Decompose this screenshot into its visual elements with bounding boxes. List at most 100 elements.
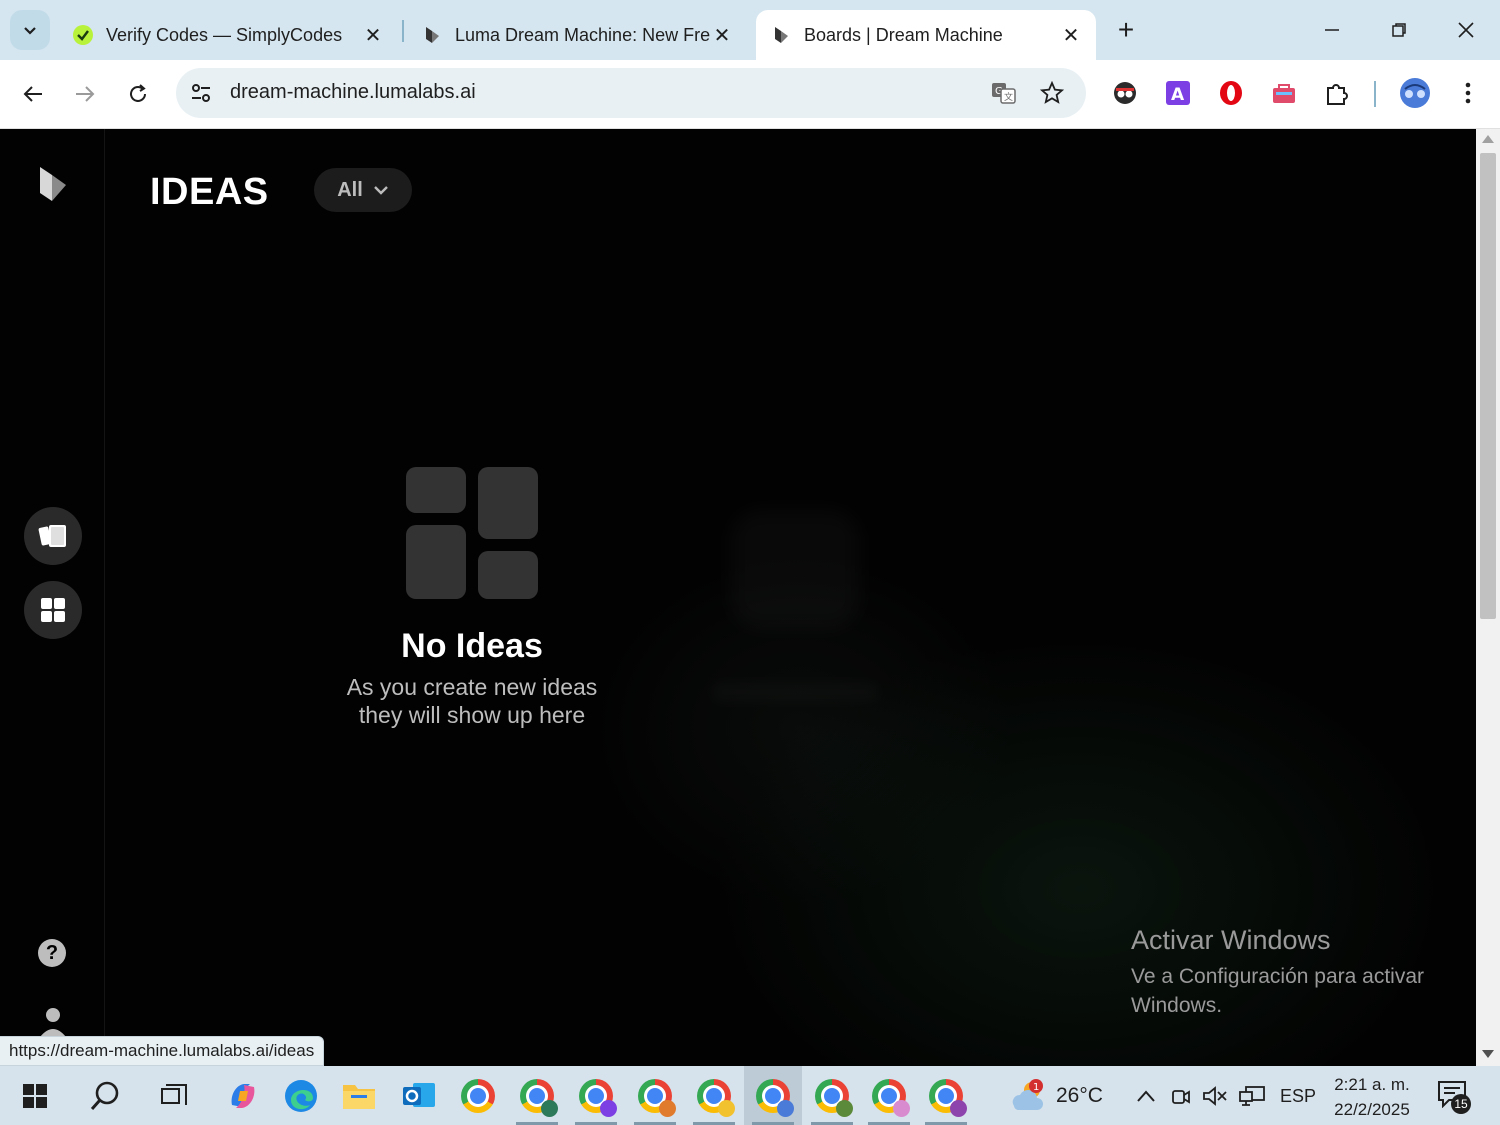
close-icon[interactable]: ✕ (362, 24, 384, 47)
chrome-profile-taskbar-button[interactable] (567, 1066, 625, 1125)
search-button[interactable] (76, 1066, 134, 1125)
scroll-thumb[interactable] (1480, 153, 1496, 619)
ideas-button[interactable] (24, 581, 82, 639)
chrome-profile-taskbar-button[interactable] (860, 1066, 918, 1125)
user-icon[interactable] (38, 1007, 68, 1037)
outlook-icon (403, 1082, 435, 1107)
copilot-button[interactable] (214, 1066, 272, 1125)
language-indicator[interactable]: ESP (1280, 1086, 1316, 1107)
tab-title: Luma Dream Machine: New Fre (455, 24, 711, 45)
background-blur (710, 681, 880, 703)
toolbar-separator (1374, 81, 1376, 107)
restore-button[interactable] (1376, 10, 1422, 50)
tab-search-button[interactable] (10, 10, 50, 50)
luma-icon (421, 24, 443, 46)
search-icon (90, 1081, 119, 1110)
forward-button[interactable] (65, 74, 105, 114)
close-window-button[interactable] (1443, 10, 1489, 50)
close-icon (1458, 22, 1474, 38)
reload-button[interactable] (118, 74, 158, 114)
empty-state-title: No Ideas (401, 627, 543, 665)
weather-badge: 1 (1033, 1082, 1039, 1093)
chrome-icon (579, 1078, 617, 1117)
edge-icon (285, 1079, 317, 1112)
chrome-taskbar-button[interactable] (449, 1066, 507, 1125)
windows-taskbar: 1 26°C ESP 2:21 a. m. 22/2/2025 15 (0, 1066, 1500, 1125)
chevron-up-icon[interactable] (1132, 1082, 1160, 1110)
luma-logo-icon[interactable] (34, 165, 74, 205)
svg-text:A: A (1171, 85, 1185, 105)
chrome-profile-taskbar-button[interactable] (803, 1066, 861, 1125)
grid-icon (41, 598, 65, 622)
chrome-profile-taskbar-button[interactable] (508, 1066, 566, 1125)
temperature[interactable]: 26°C (1056, 1084, 1103, 1108)
help-icon[interactable]: ? (38, 939, 66, 967)
notification-center-button[interactable]: 15 (1437, 1080, 1475, 1114)
side-rail: ? (0, 129, 105, 1066)
volume-muted-icon[interactable] (1201, 1082, 1229, 1110)
opera-vpn-icon[interactable] (1216, 78, 1246, 108)
close-icon[interactable]: ✕ (711, 24, 733, 47)
clock[interactable]: 2:21 a. m. 22/2/2025 (1330, 1072, 1414, 1122)
chevron-down-icon (373, 186, 388, 195)
close-icon[interactable]: ✕ (1060, 24, 1082, 47)
clock-time: 2:21 a. m. (1334, 1075, 1410, 1094)
empty-state-subtitle-line: As you create new ideas (346, 674, 598, 700)
font-extension-icon[interactable]: A (1163, 78, 1193, 108)
chrome-profile-taskbar-button-active[interactable] (744, 1066, 802, 1125)
filter-label: All (337, 178, 363, 201)
windows-icon (23, 1083, 47, 1108)
arrow-right-icon (76, 86, 95, 102)
reload-icon (130, 84, 146, 102)
new-tab-button[interactable]: + (1108, 12, 1144, 48)
edge-button[interactable] (272, 1066, 330, 1125)
watermark-line: Windows. (1131, 994, 1223, 1017)
notification-count: 15 (1451, 1094, 1471, 1114)
chrome-icon (461, 1078, 495, 1113)
spy-extension-icon[interactable] (1110, 78, 1140, 108)
chrome-profile-taskbar-button[interactable] (917, 1066, 975, 1125)
network-icon[interactable] (1238, 1082, 1266, 1110)
svg-text:文: 文 (1004, 91, 1013, 103)
profile-avatar[interactable] (1398, 76, 1432, 110)
puzzle-icon[interactable] (1322, 78, 1352, 108)
scroll-up-arrow[interactable] (1482, 135, 1494, 143)
restore-icon (1392, 23, 1406, 37)
star-icon[interactable] (1038, 79, 1066, 107)
tab-boards[interactable]: Boards | Dream Machine ✕ (756, 10, 1096, 60)
tab-simplycodes[interactable]: Verify Codes — SimplyCodes ✕ (58, 10, 398, 60)
chrome-profile-taskbar-button[interactable] (626, 1066, 684, 1125)
translate-icon[interactable]: G文 (990, 79, 1018, 107)
page-scrollbar[interactable] (1476, 129, 1500, 1066)
outlook-button[interactable] (390, 1066, 448, 1125)
watermark-text: Ve a Configuración para activar Windows. (1131, 962, 1451, 1020)
tab-luma[interactable]: Luma Dream Machine: New Fre ✕ (407, 10, 747, 60)
browser-toolbar: dream-machine.lumalabs.ai G文 A (0, 60, 1500, 129)
meet-now-icon[interactable] (1167, 1082, 1195, 1110)
address-text[interactable]: dream-machine.lumalabs.ai (230, 81, 476, 104)
chrome-icon (697, 1078, 735, 1117)
boards-button[interactable] (24, 507, 82, 565)
address-bar[interactable]: dream-machine.lumalabs.ai G文 (176, 68, 1086, 118)
page-title: IDEAS (150, 171, 269, 213)
shop-extension-icon[interactable] (1269, 78, 1299, 108)
site-info-icon[interactable] (188, 80, 214, 106)
tab-bar: Verify Codes — SimplyCodes ✕ Luma Dream … (0, 0, 1500, 60)
filter-dropdown[interactable]: All (314, 168, 412, 212)
back-button[interactable] (13, 74, 53, 114)
chevron-down-icon (24, 27, 36, 35)
chrome-icon (929, 1078, 967, 1117)
file-explorer-button[interactable] (330, 1066, 388, 1125)
start-button[interactable] (6, 1066, 64, 1125)
task-view-button[interactable] (146, 1066, 204, 1125)
chrome-icon (815, 1078, 853, 1117)
empty-state-subtitle-line: they will show up here (358, 702, 586, 728)
minimize-button[interactable] (1309, 10, 1355, 50)
chrome-profile-taskbar-button[interactable] (685, 1066, 743, 1125)
scroll-down-arrow[interactable] (1482, 1050, 1494, 1058)
chrome-icon (756, 1078, 794, 1117)
empty-state-grid-icon (406, 467, 538, 599)
chrome-icon (520, 1078, 558, 1117)
weather-icon[interactable]: 1 (1010, 1078, 1048, 1112)
menu-dots-icon[interactable] (1453, 78, 1483, 108)
